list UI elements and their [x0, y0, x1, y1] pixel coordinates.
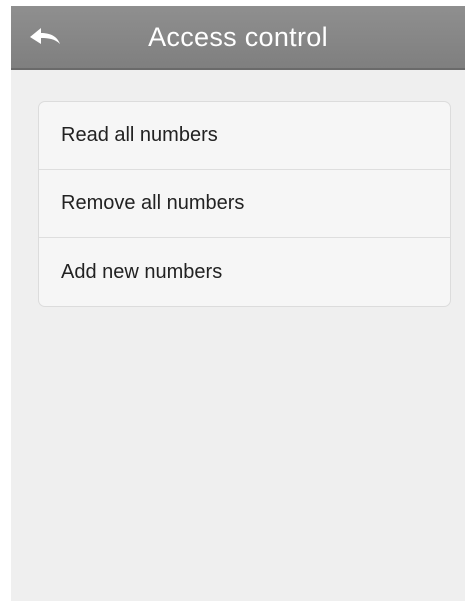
nav-bar: Access control — [11, 6, 465, 70]
menu-list: Read all numbers Remove all numbers Add … — [38, 101, 451, 307]
menu-item-label: Add new numbers — [61, 260, 223, 283]
menu-item-remove-all-numbers[interactable]: Remove all numbers — [39, 170, 450, 238]
menu-item-add-new-numbers[interactable]: Add new numbers — [39, 238, 450, 306]
menu-item-label: Read all numbers — [61, 124, 218, 146]
back-button[interactable] — [23, 18, 67, 58]
menu-item-read-all-numbers[interactable]: Read all numbers — [39, 102, 450, 170]
menu-item-label: Remove all numbers — [61, 192, 245, 214]
back-arrow-icon — [28, 26, 62, 50]
page-title: Access control — [148, 22, 328, 52]
app-screen: Access control Read all numbers Remove a… — [11, 6, 465, 601]
